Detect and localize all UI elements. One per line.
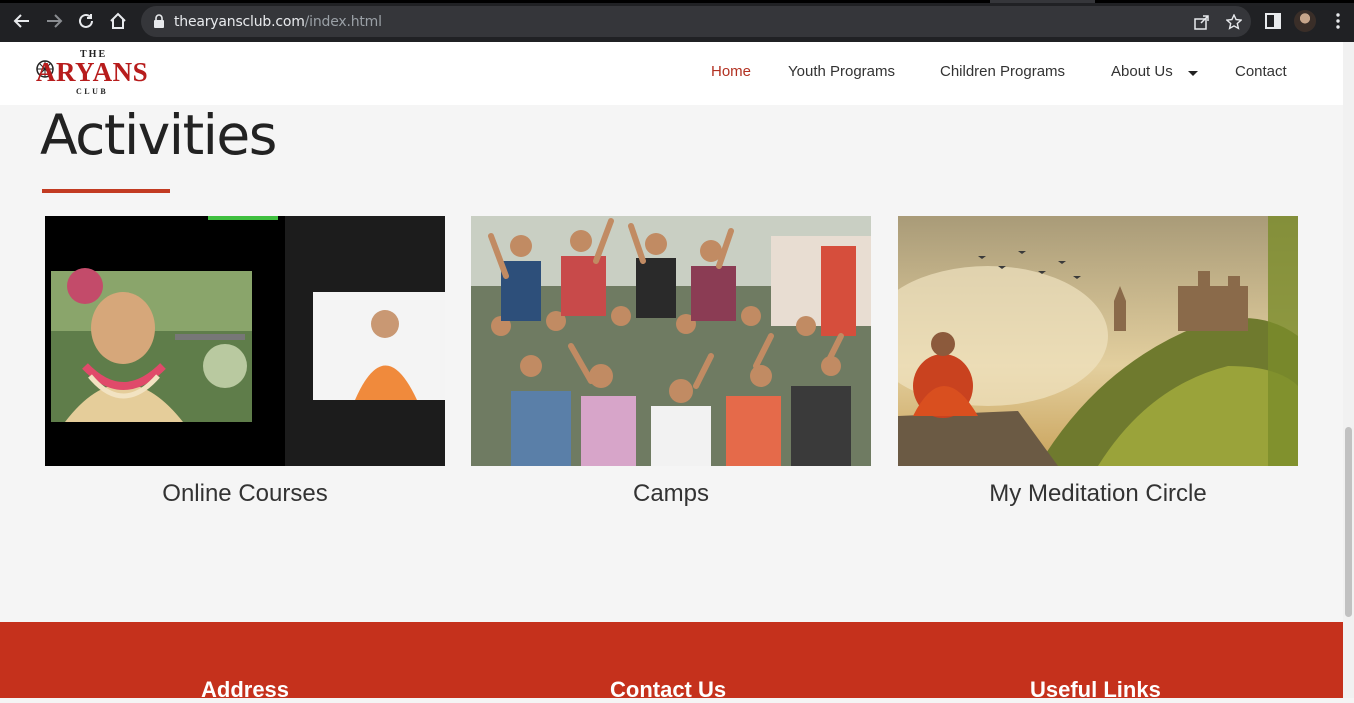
scrollbar-thumb[interactable] [1345, 427, 1352, 617]
url-path: /index.html [304, 14, 382, 30]
camps-title[interactable]: Camps [471, 480, 871, 508]
forward-arrow-icon[interactable] [42, 9, 66, 33]
heading-underline [42, 189, 170, 193]
bookmark-star-icon[interactable] [1225, 13, 1243, 31]
url-host: thearyansclub.com [174, 14, 305, 30]
address-bar[interactable]: thearyansclub.com/index.html [141, 6, 1251, 37]
meditation-circle-title[interactable]: My Meditation Circle [898, 480, 1298, 508]
lock-icon[interactable] [153, 14, 165, 33]
site-logo[interactable]: THE ARYANS CLUB [34, 49, 156, 99]
nav-contact[interactable]: Contact [1235, 63, 1287, 80]
footer-heading-address: Address [201, 677, 290, 702]
site-footer: Address Contact Us Useful Links [0, 622, 1343, 702]
back-arrow-icon[interactable] [10, 9, 34, 33]
browser-toolbar: thearyansclub.com/index.html [0, 0, 1354, 42]
side-panel-icon[interactable] [1262, 10, 1284, 32]
nav-children-programs[interactable]: Children Programs [940, 63, 1065, 80]
meditation-circle-image[interactable] [898, 216, 1298, 466]
online-courses-image[interactable] [45, 216, 445, 466]
footer-heading-contact: Contact Us [610, 677, 727, 702]
nav-home[interactable]: Home [711, 63, 751, 80]
section-heading: Activities [40, 103, 277, 167]
logo-name: ARYANS [36, 57, 149, 87]
footer-heading-useful-links: Useful Links [1030, 677, 1161, 702]
profile-avatar[interactable] [1294, 10, 1316, 32]
home-icon[interactable] [106, 9, 130, 33]
reload-icon[interactable] [74, 9, 98, 33]
nav-youth-programs[interactable]: Youth Programs [788, 63, 895, 80]
about-us-caret-down-icon[interactable] [1188, 71, 1198, 76]
nav-about-us[interactable]: About Us [1111, 63, 1173, 80]
tab-strip-edge [0, 0, 1354, 3]
camps-image[interactable] [471, 216, 871, 466]
menu-kebab-icon[interactable] [1327, 10, 1349, 32]
url-text[interactable]: thearyansclub.com/index.html [174, 14, 382, 30]
online-courses-title[interactable]: Online Courses [45, 480, 445, 508]
page-scrollbar[interactable] [1343, 42, 1354, 698]
logo-club: CLUB [76, 87, 109, 96]
share-icon[interactable] [1193, 13, 1211, 31]
